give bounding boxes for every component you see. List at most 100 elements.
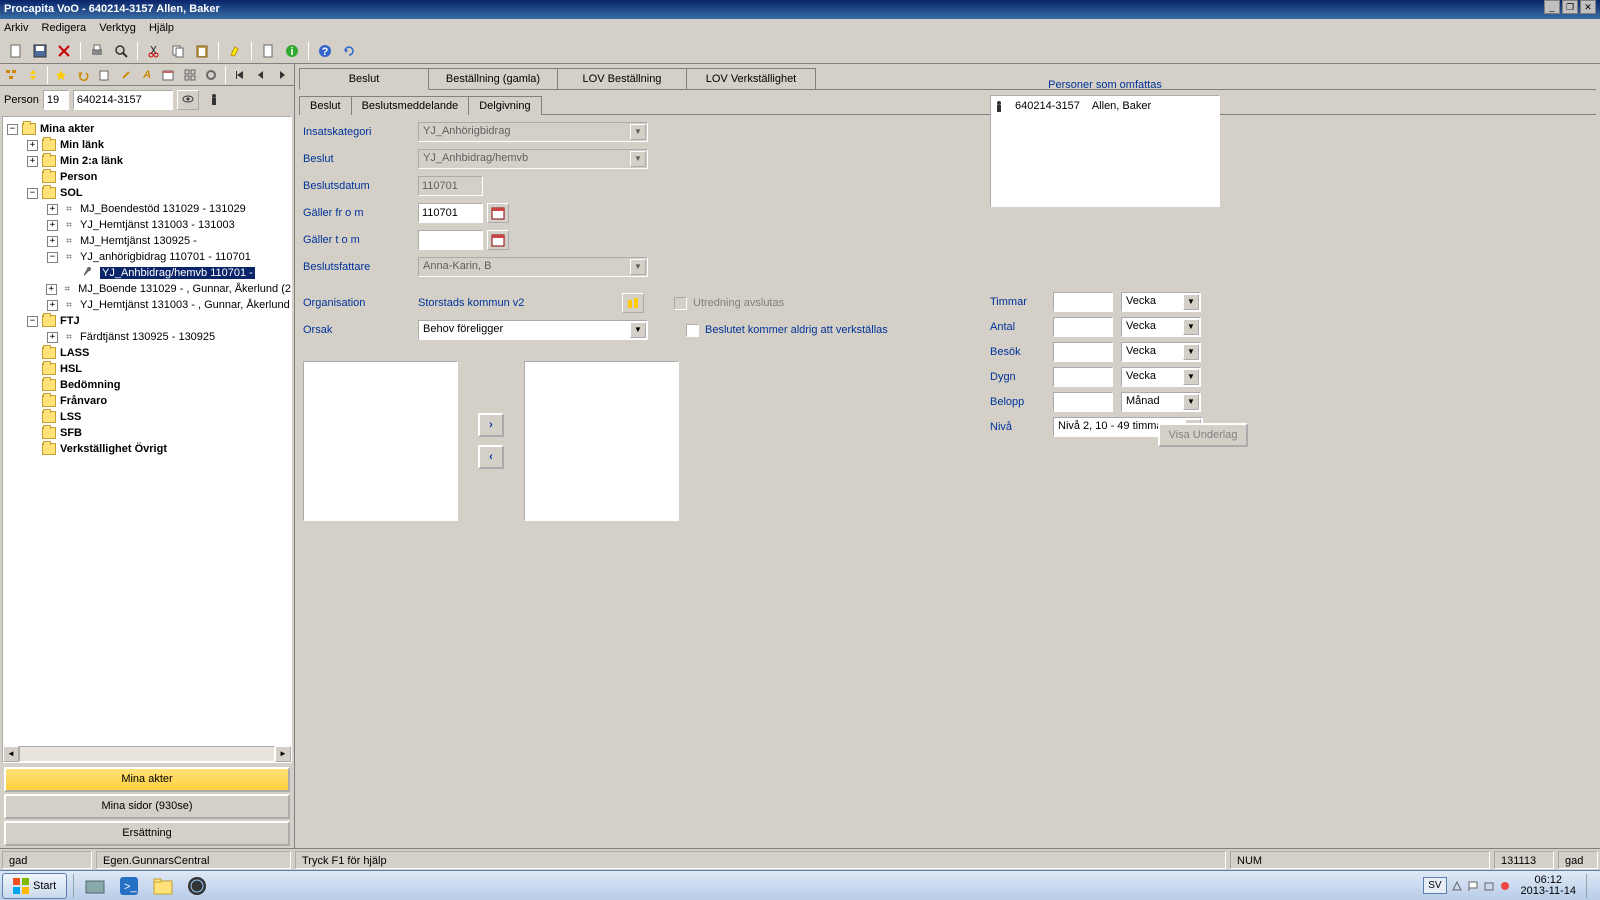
save-icon[interactable]: [30, 41, 50, 61]
tree-node[interactable]: LSS: [60, 411, 81, 423]
select-orsak[interactable]: Behov föreligger▼: [418, 320, 648, 340]
font-icon[interactable]: A: [137, 65, 156, 85]
task-app1[interactable]: [80, 873, 110, 899]
select-timmar-unit[interactable]: Vecka▼: [1121, 292, 1201, 312]
tree-expand[interactable]: −: [27, 316, 38, 327]
person-icon[interactable]: [203, 90, 225, 110]
tree-view[interactable]: − Mina akter + Min länk + Min 2:a länk Pers…: [2, 116, 292, 763]
tree-root[interactable]: Mina akter: [40, 123, 94, 135]
chevron-down-icon[interactable]: ▼: [630, 259, 646, 275]
chevron-down-icon[interactable]: ▼: [630, 151, 646, 167]
help-icon[interactable]: ?: [315, 41, 335, 61]
tree-leaf[interactable]: MJ_Boende 131029 - , Gunnar, Åkerlund (2: [78, 283, 291, 295]
copy-icon[interactable]: [168, 41, 188, 61]
task-app4[interactable]: [182, 873, 212, 899]
grid-icon[interactable]: [180, 65, 199, 85]
visa-underlag-button[interactable]: Visa Underlag: [1158, 423, 1248, 447]
tree-expand[interactable]: +: [47, 204, 58, 215]
refresh-icon[interactable]: [339, 41, 359, 61]
search-icon[interactable]: [111, 41, 131, 61]
next-icon[interactable]: [273, 65, 292, 85]
task-explorer[interactable]: [148, 873, 178, 899]
nav-mina-sidor[interactable]: Mina sidor (930se): [4, 794, 290, 819]
tab-lov-bestallning[interactable]: LOV Beställning: [557, 68, 687, 89]
select-beslutsfattare[interactable]: Anna-Karin, B▼: [418, 257, 648, 277]
first-icon[interactable]: [230, 65, 249, 85]
wand-icon[interactable]: [116, 65, 135, 85]
tree-node[interactable]: Min länk: [60, 139, 104, 151]
tree-leaf[interactable]: YJ_Hemtjänst 131003 - 131003: [80, 219, 235, 231]
tree-node[interactable]: Bedömning: [60, 379, 121, 391]
input-dygn[interactable]: [1053, 367, 1113, 387]
select-beslut[interactable]: YJ_Anhbidrag/hemvb▼: [418, 149, 648, 169]
highlight-icon[interactable]: [225, 41, 245, 61]
org-picker-button[interactable]: [622, 293, 644, 313]
tree-node[interactable]: SFB: [60, 427, 82, 439]
minimize-button[interactable]: _: [1544, 0, 1560, 14]
tree-leaf[interactable]: YJ_anhörigbidrag 110701 - 110701: [80, 251, 251, 263]
chevron-down-icon[interactable]: ▼: [1183, 344, 1199, 360]
move-left-button[interactable]: ‹: [478, 445, 504, 469]
menu-arkiv[interactable]: Arkiv: [4, 22, 28, 34]
tree-selected[interactable]: YJ_Anhbidrag/hemvb 110701 -: [100, 267, 255, 279]
list-right[interactable]: [524, 361, 679, 521]
select-antal-unit[interactable]: Vecka▼: [1121, 317, 1201, 337]
menu-redigera[interactable]: Redigera: [42, 22, 87, 34]
person-id-input[interactable]: [73, 90, 173, 110]
up-down-icon[interactable]: [23, 65, 42, 85]
select-besok-unit[interactable]: Vecka▼: [1121, 342, 1201, 362]
input-galler-from[interactable]: [418, 203, 483, 223]
subtab-beslut[interactable]: Beslut: [299, 96, 352, 115]
select-belopp-unit[interactable]: Månad▼: [1121, 392, 1201, 412]
scroll-track[interactable]: [19, 746, 275, 762]
delete-icon[interactable]: [54, 41, 74, 61]
scroll-left[interactable]: ◄: [3, 746, 19, 762]
language-indicator[interactable]: SV: [1423, 877, 1446, 894]
new-icon[interactable]: [6, 41, 26, 61]
input-timmar[interactable]: [1053, 292, 1113, 312]
undo-icon[interactable]: [73, 65, 92, 85]
tree-node[interactable]: Frånvaro: [60, 395, 107, 407]
chevron-down-icon[interactable]: ▼: [1183, 369, 1199, 385]
tree-expand[interactable]: +: [27, 140, 38, 151]
tree-expand[interactable]: −: [47, 252, 58, 263]
tray-icon4[interactable]: [1499, 880, 1511, 892]
task-powershell[interactable]: >_: [114, 873, 144, 899]
chevron-down-icon[interactable]: ▼: [1183, 319, 1199, 335]
tree-leaf[interactable]: MJ_Hemtjänst 130925 -: [80, 235, 197, 247]
tree-node[interactable]: Person: [60, 171, 97, 183]
input-antal[interactable]: [1053, 317, 1113, 337]
calendar-small-icon[interactable]: [159, 65, 178, 85]
prev-icon[interactable]: [251, 65, 270, 85]
tree-node[interactable]: Min 2:a länk: [60, 155, 123, 167]
persons-list[interactable]: 640214-3157 Allen, Baker: [990, 95, 1220, 207]
chevron-down-icon[interactable]: ▼: [630, 322, 646, 338]
nav-ersattning[interactable]: Ersättning: [4, 821, 290, 846]
star-icon[interactable]: [52, 65, 71, 85]
menu-hjalp[interactable]: Hjälp: [149, 22, 174, 34]
subtab-delgivning[interactable]: Delgivning: [468, 96, 541, 115]
close-button[interactable]: ✕: [1580, 0, 1596, 14]
clipboard-icon[interactable]: [95, 65, 114, 85]
scroll-right[interactable]: ►: [275, 746, 291, 762]
calendar-button-tom[interactable]: [487, 230, 509, 250]
input-belopp[interactable]: [1053, 392, 1113, 412]
select-insatskategori[interactable]: YJ_Anhörigbidrag▼: [418, 122, 648, 142]
subtab-beslutsmeddelande[interactable]: Beslutsmeddelande: [351, 96, 470, 115]
tray-icon3[interactable]: [1483, 880, 1495, 892]
gear-icon[interactable]: [202, 65, 221, 85]
tab-lov-verkstallighet[interactable]: LOV Verkställighet: [686, 68, 816, 89]
calendar-button-from[interactable]: [487, 203, 509, 223]
person-num-input[interactable]: [43, 90, 69, 110]
restore-button[interactable]: ❐: [1562, 0, 1578, 14]
checkbox-verkstallas[interactable]: [686, 324, 699, 337]
tree-expand[interactable]: +: [47, 236, 58, 247]
tab-bestallning[interactable]: Beställning (gamla): [428, 68, 558, 89]
input-galler-tom[interactable]: [418, 230, 483, 250]
tree-expand[interactable]: −: [7, 124, 18, 135]
tree-node[interactable]: LASS: [60, 347, 89, 359]
tree-expand[interactable]: +: [27, 156, 38, 167]
tree-node[interactable]: SOL: [60, 187, 83, 199]
tree-expand[interactable]: +: [47, 300, 58, 311]
info-icon[interactable]: i: [282, 41, 302, 61]
